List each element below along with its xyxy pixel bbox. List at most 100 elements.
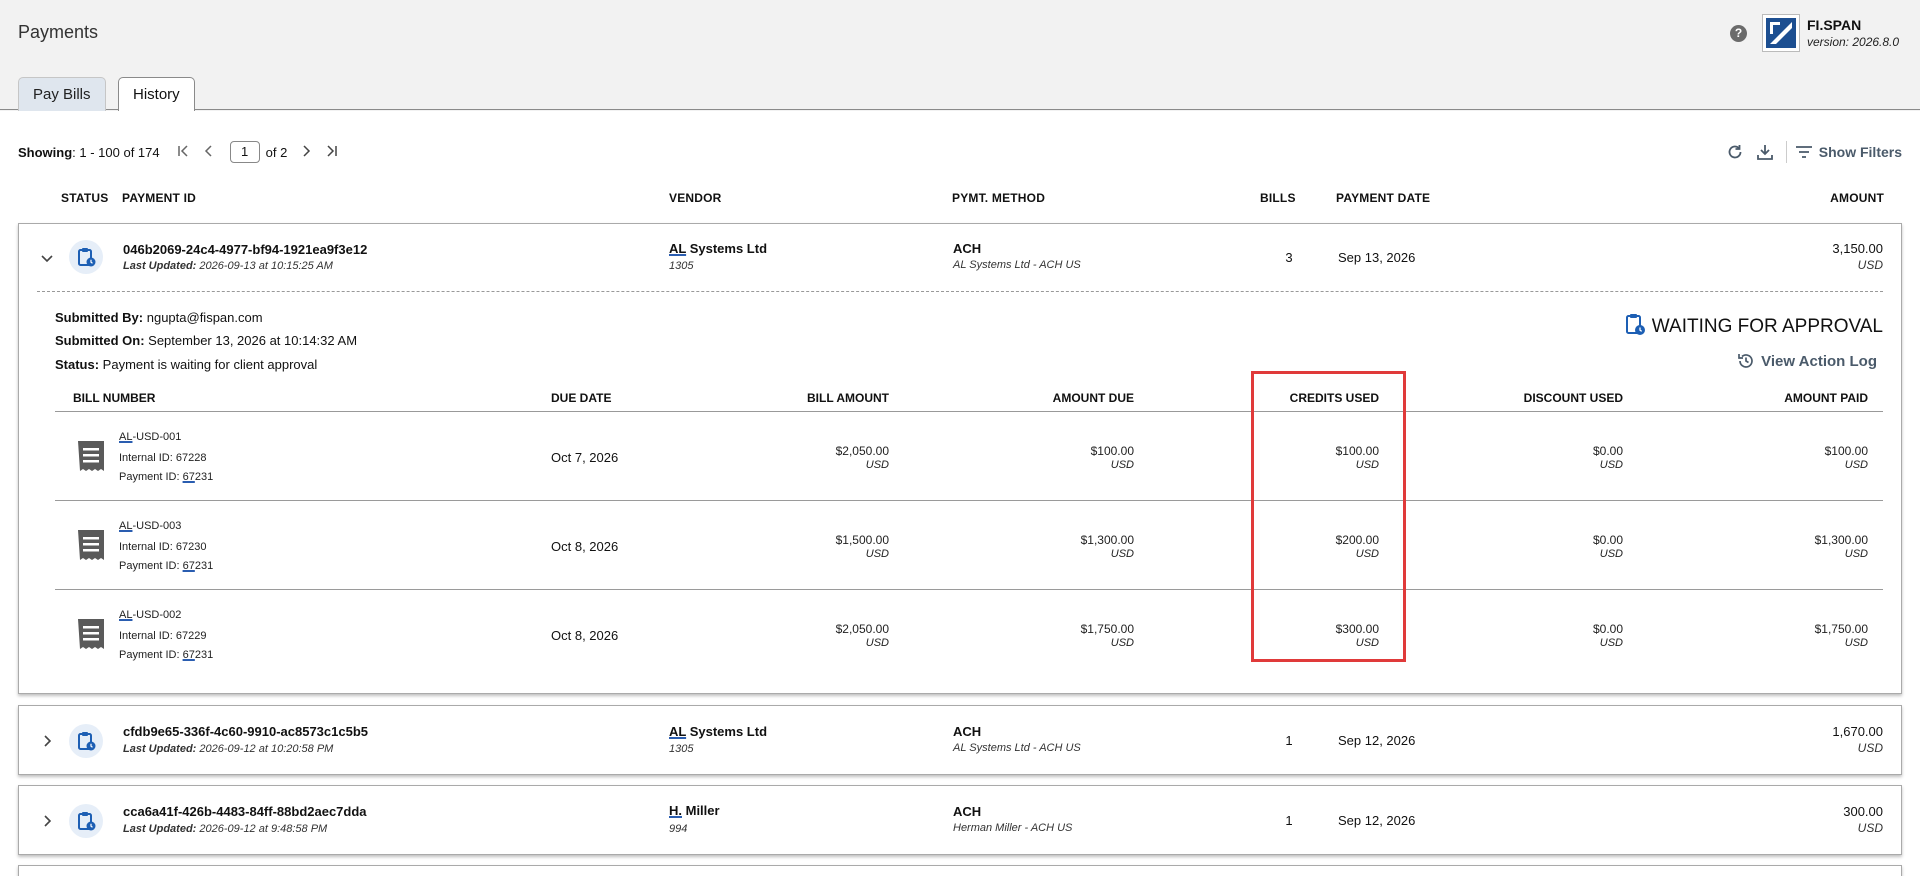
pending-clipboard-icon — [1624, 312, 1646, 342]
bill-amount-paid: $1,300.00 USD — [1814, 533, 1868, 560]
bill-number[interactable]: AL-USD-001 — [119, 431, 181, 443]
bill-discount-used: $0.00 USD — [1592, 444, 1623, 471]
last-updated: Last Updated: 2026-09-13 at 10:15:25 AM — [123, 260, 333, 272]
vendor-name: AL Systems Ltd — [669, 724, 768, 739]
bill-row-rule — [55, 500, 1883, 501]
collapse-chevron-icon[interactable] — [39, 250, 55, 266]
toolbar-divider — [1785, 141, 1787, 163]
payment-card[interactable]: cca6a41f-426b-4483-84ff-88bd2aec7dda Las… — [18, 785, 1902, 855]
vendor-name: H. Miller — [669, 803, 720, 818]
tab-pay-bills[interactable]: Pay Bills — [18, 77, 106, 111]
bill-amount-paid: $100.00 USD — [1824, 444, 1868, 471]
bill-receipt-icon — [78, 619, 104, 649]
status-badge: WAITING FOR APPROVAL — [1624, 312, 1883, 342]
payment-id[interactable]: 046b2069-24c4-4977-bf94-1921ea9f3e12 — [123, 242, 367, 257]
col-amount[interactable]: AMOUNT — [1830, 191, 1884, 205]
bill-amount-paid: $1,750.00 USD — [1814, 622, 1868, 649]
bill-amount-due: $100.00 USD — [1090, 444, 1134, 471]
bill-number[interactable]: AL-USD-003 — [119, 520, 181, 532]
brand: FI.SPAN version: 2026.8.0 — [1762, 14, 1899, 52]
payment-date: Sep 12, 2026 — [1338, 813, 1416, 828]
col-payment-date[interactable]: PAYMENT DATE — [1336, 191, 1430, 205]
col-status[interactable]: STATUS — [61, 191, 108, 205]
payment-method: ACH — [953, 241, 982, 256]
status-badge-label: WAITING FOR APPROVAL — [1651, 316, 1883, 337]
last-updated: Last Updated: 2026-09-12 at 9:48:58 PM — [123, 823, 328, 835]
col-due-date: DUE DATE — [551, 391, 612, 405]
payment-amount: 3,150.00 — [1832, 241, 1883, 256]
vendor-id: 994 — [669, 823, 688, 835]
bill-internal-id: Internal ID: 67230 — [119, 541, 207, 553]
row-divider — [37, 291, 1883, 292]
col-bill-amount: BILL AMOUNT — [807, 391, 889, 405]
table-tools: Show Filters — [1716, 141, 1902, 163]
vendor-name: AL Systems Ltd — [669, 241, 768, 256]
bill-amount: $2,050.00 USD — [835, 444, 889, 471]
payment-card[interactable] — [18, 865, 1902, 876]
brand-version: version: 2026.8.0 — [1807, 35, 1900, 49]
payment-card[interactable]: cfdb9e65-336f-4c60-9910-ac8573c1c5b5 Las… — [18, 705, 1902, 775]
payment-currency: USD — [1857, 741, 1883, 755]
col-payment-id[interactable]: PAYMENT ID — [122, 191, 196, 205]
bill-payment-id: Payment ID: 67231 — [119, 471, 214, 483]
bill-internal-id: Internal ID: 67229 — [119, 630, 207, 642]
bill-amount-due: $1,300.00 USD — [1080, 533, 1134, 560]
bill-due-date: Oct 8, 2026 — [551, 628, 619, 643]
showing-label: Showing — [18, 144, 73, 160]
bill-receipt-icon — [78, 530, 104, 560]
refresh-icon[interactable] — [1724, 141, 1746, 163]
payment-id[interactable]: cca6a41f-426b-4483-84ff-88bd2aec7dda — [123, 804, 367, 819]
expand-chevron-icon[interactable] — [39, 733, 55, 749]
bill-number[interactable]: AL-USD-002 — [119, 609, 181, 621]
page-number-input[interactable]: 1 — [229, 141, 260, 163]
pending-clipboard-icon — [69, 724, 103, 758]
credits-used-highlight — [1251, 371, 1406, 662]
last-updated: Last Updated: 2026-09-12 at 10:20:58 PM — [123, 743, 334, 755]
bill-amount: $1,500.00 USD — [835, 533, 889, 560]
submitted-by: Submitted By: ngupta@fispan.com — [55, 310, 263, 325]
next-page-icon[interactable] — [299, 144, 313, 160]
col-discount-used: DISCOUNT USED — [1523, 391, 1623, 405]
filter-icon — [1795, 146, 1812, 158]
col-amount-paid: AMOUNT PAID — [1784, 391, 1868, 405]
bill-count: 1 — [1285, 813, 1293, 828]
view-action-log-label: View Action Log — [1761, 352, 1877, 370]
page-of: of 2 — [265, 144, 288, 160]
col-bill-number: BILL NUMBER — [73, 391, 156, 405]
col-bills[interactable]: BILLS — [1260, 191, 1296, 205]
download-icon[interactable] — [1754, 141, 1776, 163]
bill-due-date: Oct 8, 2026 — [551, 539, 619, 554]
pending-clipboard-icon — [69, 804, 103, 838]
pending-clipboard-icon — [69, 240, 103, 274]
vendor-id: 1305 — [669, 743, 694, 755]
expand-chevron-icon[interactable] — [39, 813, 55, 829]
bill-internal-id: Internal ID: 67228 — [119, 452, 207, 464]
col-pymt-method[interactable]: PYMT. METHOD — [952, 191, 1045, 205]
payment-id[interactable]: cfdb9e65-336f-4c60-9910-ac8573c1c5b5 — [123, 724, 368, 739]
bill-receipt-icon — [78, 441, 104, 471]
help-icon[interactable]: ? — [1730, 25, 1747, 42]
first-page-icon[interactable] — [176, 144, 190, 160]
view-action-log-button[interactable]: View Action Log — [1737, 352, 1877, 370]
col-vendor[interactable]: VENDOR — [669, 191, 722, 205]
bill-amount: $2,050.00 USD — [835, 622, 889, 649]
pager-toolbar: Showing : 1 - 100 of 174 1 of 2 — [18, 141, 339, 163]
showing-value: : 1 - 100 of 174 — [72, 144, 160, 160]
bill-payment-id: Payment ID: 67231 — [119, 649, 214, 661]
payment-method-detail: AL Systems Ltd - ACH US — [953, 742, 1081, 754]
payment-method: ACH — [953, 804, 982, 819]
payment-date: Sep 12, 2026 — [1338, 733, 1416, 748]
prev-page-icon[interactable] — [202, 144, 216, 160]
last-page-icon[interactable] — [325, 144, 339, 160]
payment-amount: 1,670.00 — [1832, 724, 1883, 739]
tab-history[interactable]: History — [118, 77, 195, 112]
payment-status: Status: Payment is waiting for client ap… — [55, 357, 318, 372]
bill-due-date: Oct 7, 2026 — [551, 450, 619, 465]
history-panel: Showing : 1 - 100 of 174 1 of 2 Show Fil… — [0, 111, 1920, 876]
bill-count: 3 — [1285, 250, 1293, 265]
bill-amount-due: $1,750.00 USD — [1080, 622, 1134, 649]
app-header: Payments ? FI.SPAN version: 2026.8.0 Pay… — [0, 0, 1920, 112]
bill-count: 1 — [1285, 733, 1293, 748]
show-filters-button[interactable]: Show Filters — [1795, 144, 1902, 160]
payment-method-detail: Herman Miller - ACH US — [953, 822, 1073, 834]
